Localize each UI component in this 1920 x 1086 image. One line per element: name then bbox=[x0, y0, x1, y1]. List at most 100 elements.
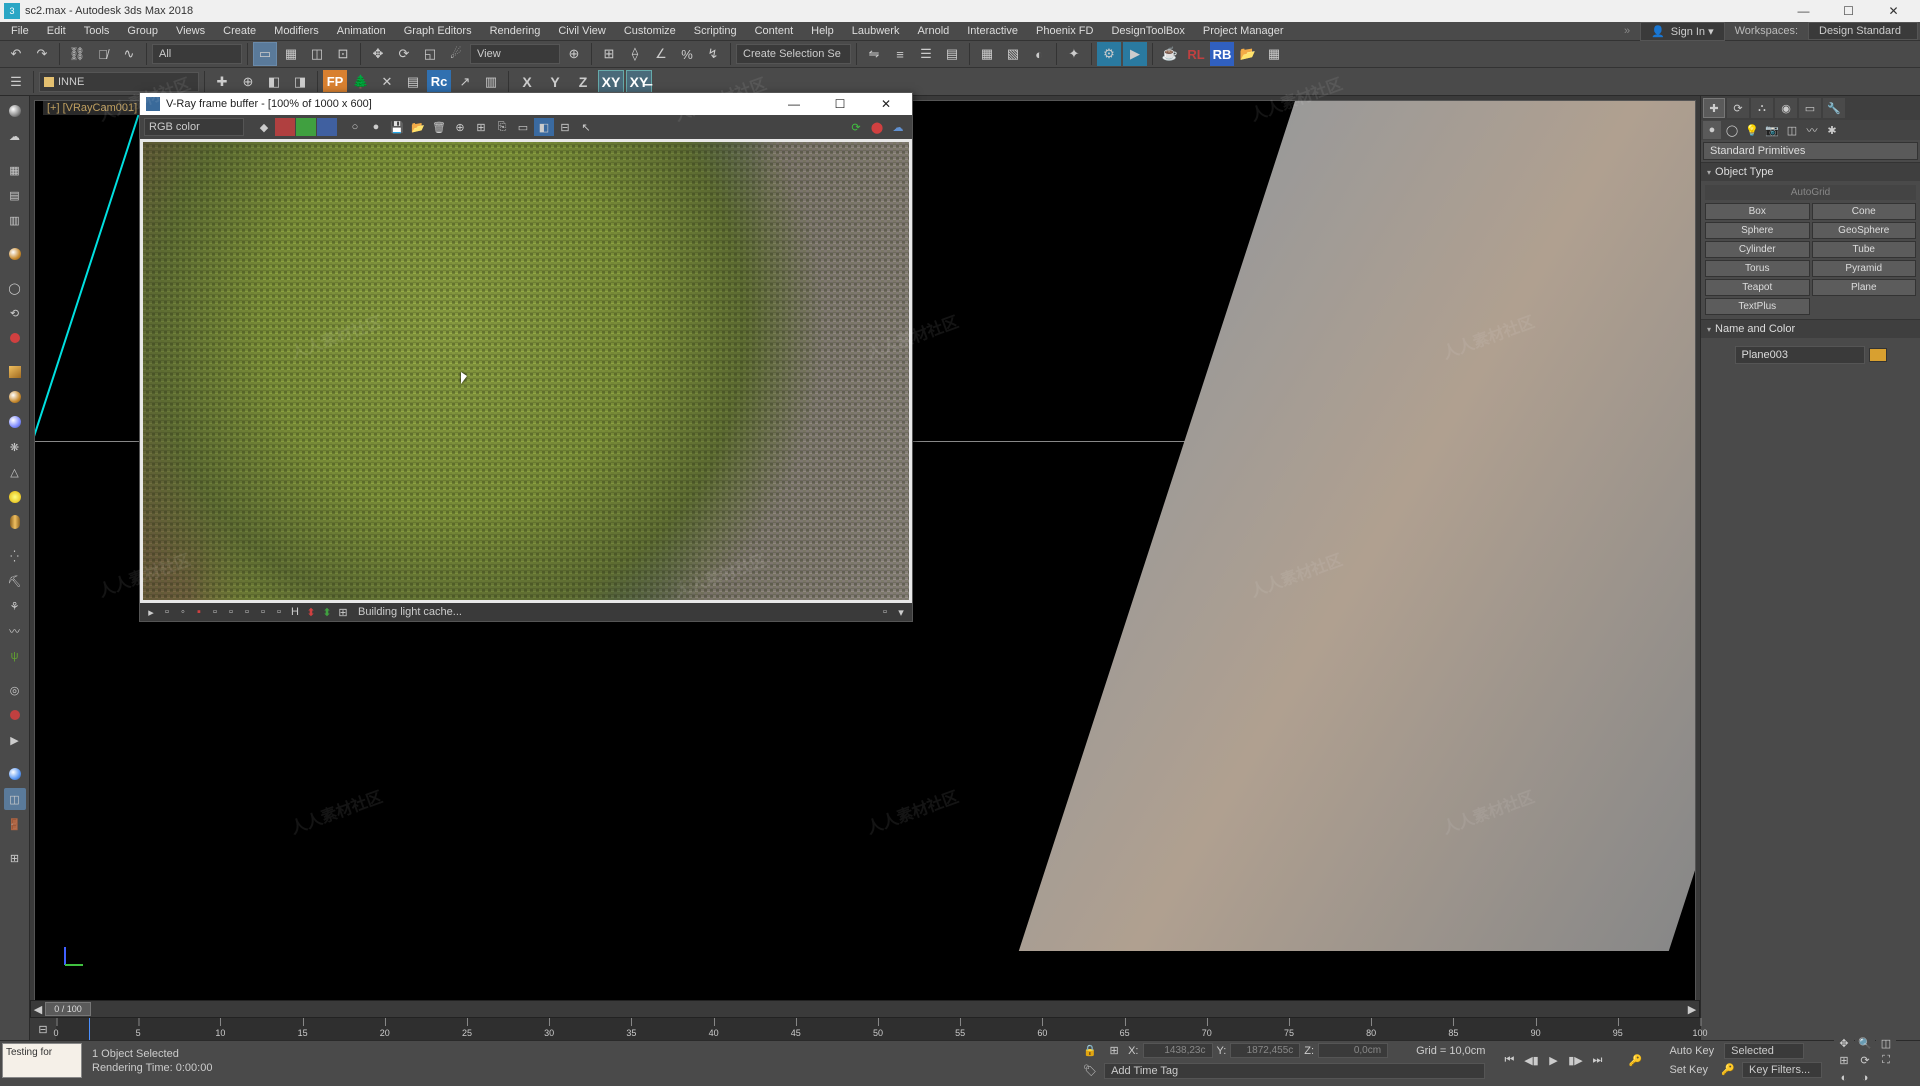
tree-icon[interactable]: 🌲 bbox=[349, 70, 373, 94]
tag-icon[interactable]: 🏷 bbox=[1080, 1062, 1100, 1080]
axis-xy2-button[interactable]: XY̶ bbox=[626, 70, 652, 94]
menu-scripting[interactable]: Scripting bbox=[685, 23, 746, 39]
toggle-ribbon-button[interactable]: ▤ bbox=[940, 42, 964, 66]
rl-button[interactable]: RL bbox=[1184, 42, 1208, 66]
lb-particles-icon[interactable]: ⁛ bbox=[4, 545, 26, 567]
play-button[interactable]: ▶ bbox=[1543, 1052, 1563, 1070]
nav-pan-button[interactable]: ✥ bbox=[1834, 1036, 1854, 1052]
lb-cyl-icon[interactable] bbox=[4, 511, 26, 533]
goto-end-button[interactable]: ⏭ bbox=[1587, 1052, 1607, 1070]
object-color-swatch[interactable] bbox=[1869, 348, 1887, 362]
placement-button[interactable]: ☄ bbox=[444, 42, 468, 66]
obj-teapot-button[interactable]: Teapot bbox=[1705, 279, 1810, 296]
time-slider-knob[interactable]: 0 / 100 bbox=[45, 1002, 91, 1016]
pivot-button[interactable]: ⊕ bbox=[562, 42, 586, 66]
setkey-button[interactable]: Set Key bbox=[1663, 1062, 1714, 1078]
menu-interactive[interactable]: Interactive bbox=[958, 23, 1027, 39]
material-editor-button[interactable]: ◐ bbox=[1027, 42, 1051, 66]
y-coord-field[interactable]: 1872,455c bbox=[1230, 1043, 1300, 1058]
key-icon[interactable]: 🔑 bbox=[1718, 1061, 1738, 1079]
systems-subtab[interactable]: ✱ bbox=[1823, 121, 1841, 139]
menu-laubwerk[interactable]: Laubwerk bbox=[843, 23, 909, 39]
menu-group[interactable]: Group bbox=[118, 23, 167, 39]
vfb-ipr-button[interactable]: ☁ bbox=[888, 118, 908, 136]
vfb-sb-10[interactable]: H bbox=[288, 605, 302, 619]
vfb-sb-12[interactable]: ⬍ bbox=[320, 605, 334, 619]
lb-last-icon[interactable]: ⊞ bbox=[4, 847, 26, 869]
vfb-alpha-button[interactable]: ● bbox=[366, 118, 386, 136]
select-rect-button[interactable]: ◫ bbox=[305, 42, 329, 66]
maximize-button[interactable]: ☐ bbox=[1826, 4, 1871, 18]
obj-cylinder-button[interactable]: Cylinder bbox=[1705, 241, 1810, 258]
schematic-view-button[interactable]: ▧ bbox=[1001, 42, 1025, 66]
object-type-header[interactable]: Object Type bbox=[1701, 163, 1920, 181]
scale-button[interactable]: ◱ bbox=[418, 42, 442, 66]
ts-prev-button[interactable]: ◀ bbox=[31, 1003, 45, 1016]
rb-button[interactable]: RB bbox=[1210, 42, 1234, 66]
link-button[interactable] bbox=[65, 42, 89, 66]
rc-button[interactable]: Rc bbox=[427, 70, 451, 94]
axis-x-button[interactable]: X bbox=[514, 70, 540, 94]
render-frame-button[interactable]: ▶ bbox=[1123, 42, 1147, 66]
nav-extra2-button[interactable]: ◑ bbox=[1855, 1070, 1875, 1086]
nav-max-button[interactable]: ⛶ bbox=[1876, 1053, 1896, 1069]
menu-tools[interactable]: Tools bbox=[75, 23, 119, 39]
vfb-stop-button[interactable]: ⬤ bbox=[867, 118, 887, 136]
obj-pyramid-button[interactable]: Pyramid bbox=[1812, 260, 1917, 277]
nav-zoomall-button[interactable]: ⊞ bbox=[1834, 1053, 1854, 1069]
obj-torus-button[interactable]: Torus bbox=[1705, 260, 1810, 277]
hierarchy-tab[interactable]: ⛬ bbox=[1751, 98, 1773, 118]
vfb-sb-6[interactable]: ▫ bbox=[224, 605, 238, 619]
display-tab[interactable]: ▭ bbox=[1799, 98, 1821, 118]
lb-grid3-icon[interactable]: ▥ bbox=[4, 209, 26, 231]
obj-sphere-button[interactable]: Sphere bbox=[1705, 222, 1810, 239]
layer-explorer-button[interactable]: ☰ bbox=[914, 42, 938, 66]
lb-light-icon[interactable] bbox=[4, 486, 26, 508]
lb-door-icon[interactable]: 🚪 bbox=[4, 813, 26, 835]
lb-tool2-icon[interactable]: ⚘ bbox=[4, 595, 26, 617]
select-object-button[interactable]: ▭ bbox=[253, 42, 277, 66]
lb-teapot-icon[interactable] bbox=[4, 100, 26, 122]
vfb-close-button[interactable]: ✕ bbox=[866, 97, 906, 111]
goto-start-button[interactable]: ⏮ bbox=[1499, 1052, 1519, 1070]
vfb-save-button[interactable]: 💾 bbox=[387, 118, 407, 136]
keymode-dropdown[interactable]: Selected bbox=[1724, 1043, 1804, 1059]
curve-editor-button[interactable]: ▦ bbox=[975, 42, 999, 66]
obj-geosphere-button[interactable]: GeoSphere bbox=[1812, 222, 1917, 239]
trackbar-toggle-icon[interactable]: ⊟ bbox=[30, 1023, 56, 1036]
tool-d-button[interactable]: ▥ bbox=[479, 70, 503, 94]
vfb-sb-4[interactable]: ▪ bbox=[192, 605, 206, 619]
spacewarps-subtab[interactable]: 〰 bbox=[1803, 121, 1821, 139]
tool-b-button[interactable]: ▤ bbox=[401, 70, 425, 94]
time-slider[interactable]: ◀ 0 / 100 ▶ bbox=[30, 1000, 1700, 1018]
lb-cloud-icon[interactable]: ☁ bbox=[4, 125, 26, 147]
render-button[interactable]: ☕ bbox=[1158, 42, 1182, 66]
select-name-button[interactable]: ▦ bbox=[279, 42, 303, 66]
menu-animation[interactable]: Animation bbox=[328, 23, 395, 39]
menu-content[interactable]: Content bbox=[746, 23, 803, 39]
obj-plane-button[interactable]: Plane bbox=[1812, 279, 1917, 296]
lb-cone-icon[interactable]: △ bbox=[4, 461, 26, 483]
axis-z-button[interactable]: Z bbox=[570, 70, 596, 94]
unlink-button[interactable]: ⛓̸ bbox=[91, 42, 115, 66]
vfb-expand-button[interactable]: ▾ bbox=[894, 605, 908, 619]
layer-hide-button[interactable]: ◨ bbox=[288, 70, 312, 94]
axis-xy-button[interactable]: XY bbox=[598, 70, 624, 94]
vfb-minimize-button[interactable]: — bbox=[774, 97, 814, 111]
vfb-history-button[interactable]: ⊟ bbox=[555, 118, 575, 136]
vfb-green-button[interactable] bbox=[296, 118, 316, 136]
utilities-tab[interactable]: 🔧 bbox=[1823, 98, 1845, 118]
vfb-sb-8[interactable]: ▫ bbox=[256, 605, 270, 619]
menu-projectmanager[interactable]: Project Manager bbox=[1194, 23, 1293, 39]
menu-help[interactable]: Help bbox=[802, 23, 843, 39]
vfb-blue-button[interactable] bbox=[317, 118, 337, 136]
chevron-icon[interactable]: » bbox=[1624, 25, 1630, 37]
menu-file[interactable]: File bbox=[2, 23, 38, 39]
rotate-button[interactable] bbox=[392, 42, 416, 66]
x-coord-field[interactable]: 1438,23c bbox=[1143, 1043, 1213, 1058]
shapes-subtab[interactable]: ◯ bbox=[1723, 121, 1741, 139]
layer-dropdown[interactable]: INNE bbox=[39, 72, 199, 92]
refcoord-dropdown[interactable]: View bbox=[470, 44, 560, 64]
vfb-sb-13[interactable]: ⊞ bbox=[336, 605, 350, 619]
vfb-sb-3[interactable]: ◦ bbox=[176, 605, 190, 619]
